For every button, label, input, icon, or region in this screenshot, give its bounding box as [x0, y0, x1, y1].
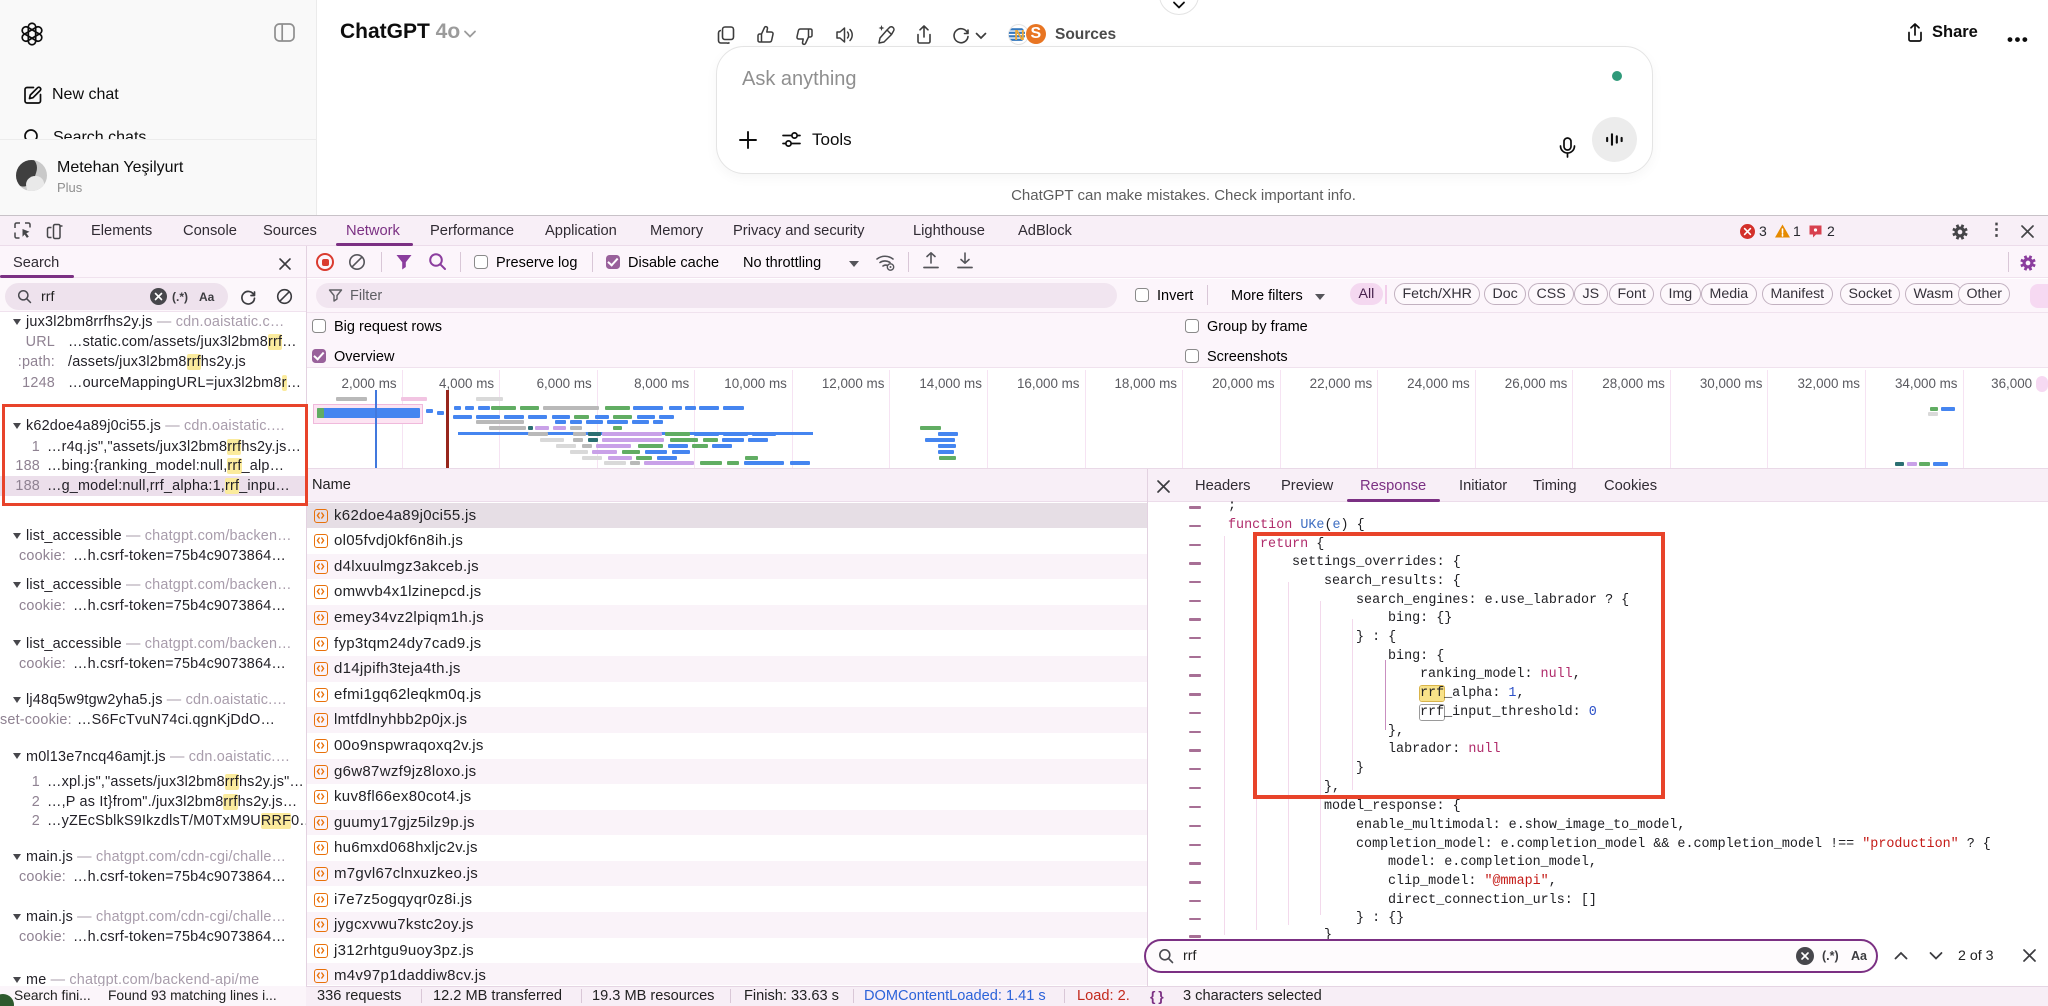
svg-text:N: N [1014, 28, 1024, 44]
